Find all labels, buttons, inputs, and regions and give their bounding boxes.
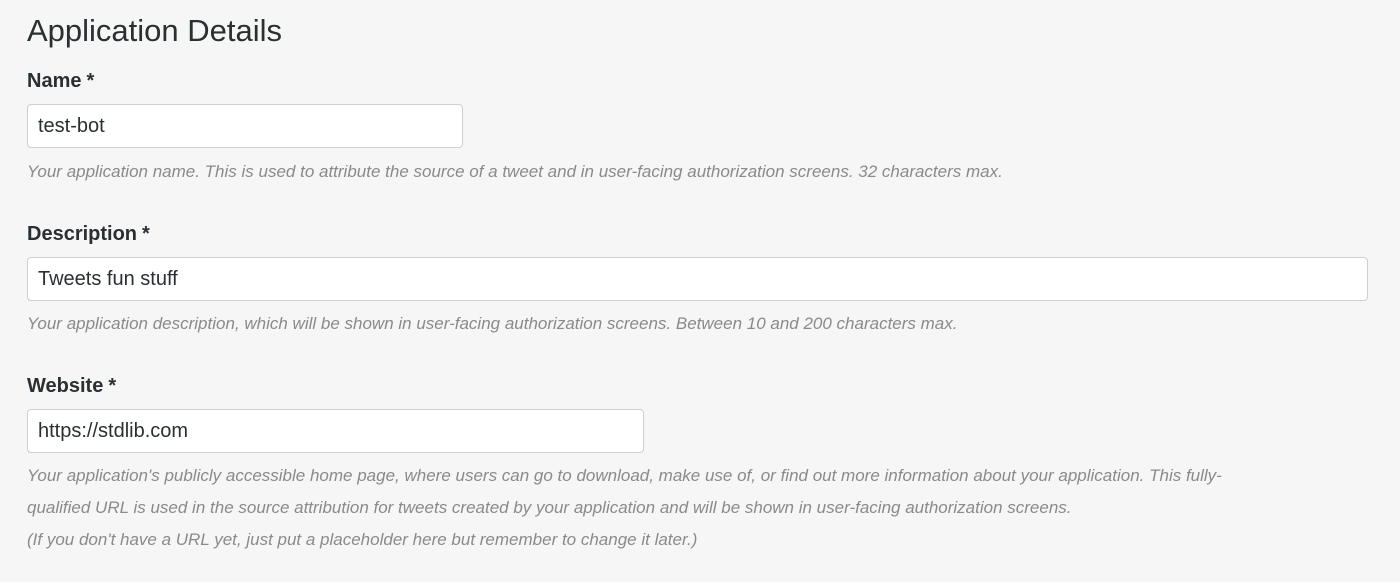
name-input[interactable]	[27, 104, 463, 148]
application-details-form: Application Details Name* Your applicati…	[0, 0, 1400, 582]
page-title: Application Details	[27, 13, 283, 48]
website-help-line: (If you don't have a URL yet, just put a…	[27, 530, 698, 549]
name-required-marker: *	[86, 70, 95, 92]
website-label: Website *	[27, 374, 116, 398]
description-help-text: Your application description, which will…	[27, 314, 958, 333]
description-label-text: Description	[27, 223, 138, 245]
website-help-line: Your application's publicly accessible h…	[27, 466, 1222, 485]
name-label: Name *	[27, 69, 94, 93]
description-input[interactable]	[27, 257, 1368, 301]
website-help-line: qualified URL is used in the source attr…	[27, 498, 1072, 517]
website-input[interactable]	[27, 409, 644, 453]
description-label: Description *	[27, 222, 150, 246]
website-required-marker: *	[108, 375, 117, 397]
name-help-text: Your application name. This is used to a…	[27, 162, 1003, 181]
website-label-text: Website	[27, 375, 104, 397]
description-required-marker: *	[142, 223, 150, 245]
name-label-text: Name	[27, 70, 82, 92]
